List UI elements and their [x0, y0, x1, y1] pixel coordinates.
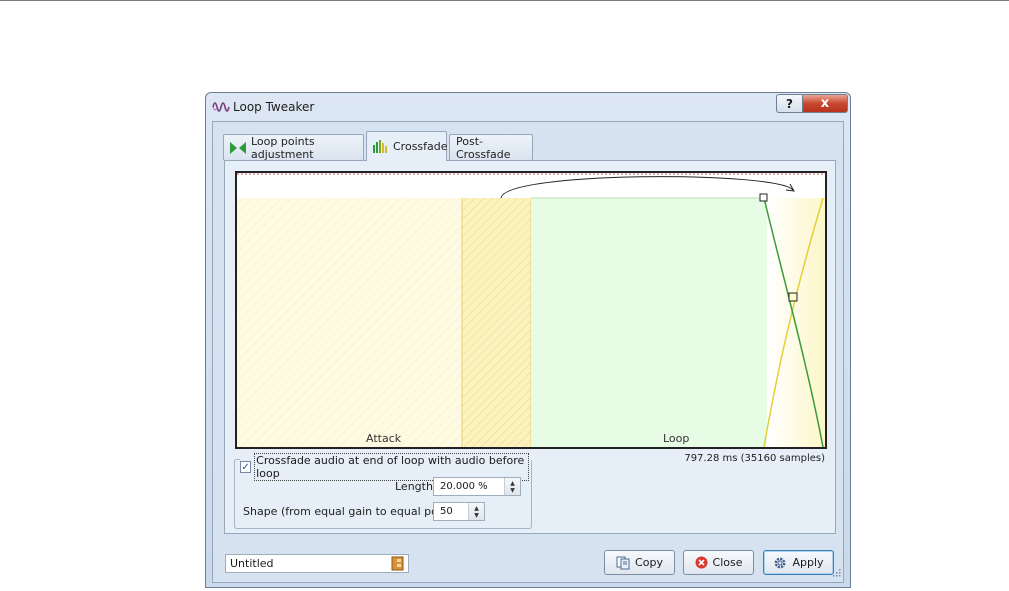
preset-name-value: Untitled — [230, 557, 274, 570]
length-value: 20.000 % — [440, 481, 488, 492]
length-stepper[interactable]: ▲ ▼ — [504, 478, 520, 495]
chevron-down-icon[interactable]: ▼ — [510, 487, 515, 494]
help-button[interactable]: ? — [776, 94, 803, 113]
crossfade-duration: 797.28 ms (35160 samples) — [684, 453, 825, 464]
apply-button[interactable]: Apply — [763, 550, 834, 575]
preset-book-icon[interactable] — [391, 556, 405, 574]
loop-region — [531, 198, 767, 447]
preset-name-field[interactable]: Untitled — [225, 554, 409, 573]
length-label: Length — [395, 480, 433, 493]
copy-button-label: Copy — [635, 556, 663, 569]
attack-label: Attack — [366, 432, 402, 445]
chevron-up-icon[interactable]: ▲ — [474, 505, 479, 512]
close-circle-icon — [695, 556, 708, 569]
shape-stepper[interactable]: ▲ ▼ — [468, 503, 484, 520]
attack-region — [237, 198, 462, 447]
loop-tweaker-window: Loop Tweaker ? x Loop points adjustment … — [205, 92, 851, 588]
copy-icon — [616, 556, 630, 570]
window-close-button[interactable]: x — [802, 94, 848, 113]
chevron-down-icon[interactable]: ▼ — [474, 512, 479, 519]
loop-fade-region — [767, 198, 825, 447]
tab-crossfade[interactable]: Crossfade — [366, 131, 448, 161]
loop-jump-arrow — [500, 176, 794, 199]
crossfade-icon — [373, 140, 388, 153]
dialog-body: Loop points adjustment Crossfade Post-Cr… — [212, 121, 844, 583]
tab-label: Post-Crossfade — [456, 134, 511, 161]
tab-loop-points-adjustment[interactable]: Loop points adjustment — [223, 134, 364, 161]
loop-label: Loop — [663, 432, 690, 445]
waveform-app-icon — [212, 99, 230, 115]
resize-grip-icon[interactable] — [831, 567, 841, 580]
crossfade-panel: Attack Loop 797.28 ms (35160 samples) ✓ … — [224, 160, 836, 534]
shape-value: 50 — [440, 506, 453, 517]
tab-label: Crossfade — [393, 140, 448, 153]
crossfade-graph-canvas — [237, 173, 825, 447]
length-spinbox[interactable]: 20.000 % ▲ ▼ — [433, 477, 521, 496]
loop-points-icon — [230, 141, 246, 154]
fade-start-handle[interactable] — [759, 193, 768, 202]
close-button-label: Close — [712, 556, 743, 569]
crossfade-graph[interactable]: Attack Loop — [235, 171, 827, 449]
crossfade-options-group: ✓ Crossfade audio at end of loop with au… — [234, 453, 532, 529]
close-icon: x — [820, 96, 830, 111]
tab-label: Loop points adjustment — [251, 134, 315, 161]
crossfade-checkbox[interactable]: ✓ — [240, 461, 252, 473]
chevron-up-icon[interactable]: ▲ — [510, 480, 515, 487]
gear-icon — [773, 556, 787, 570]
curve-shape-handle[interactable] — [788, 292, 798, 302]
title-bar: Loop Tweaker ? x — [206, 93, 850, 121]
apply-button-label: Apply — [792, 556, 824, 569]
help-icon: ? — [786, 96, 793, 111]
copy-button[interactable]: Copy — [604, 550, 675, 575]
crossfade-source-region — [462, 198, 531, 447]
close-button[interactable]: Close — [683, 550, 754, 575]
shape-spinbox[interactable]: 50 ▲ ▼ — [433, 502, 485, 521]
top-separator — [0, 0, 1009, 1]
tab-post-crossfade[interactable]: Post-Crossfade — [449, 134, 533, 161]
window-title: Loop Tweaker — [233, 100, 315, 114]
shape-label: Shape (from equal gain to equal power) — [243, 505, 463, 518]
